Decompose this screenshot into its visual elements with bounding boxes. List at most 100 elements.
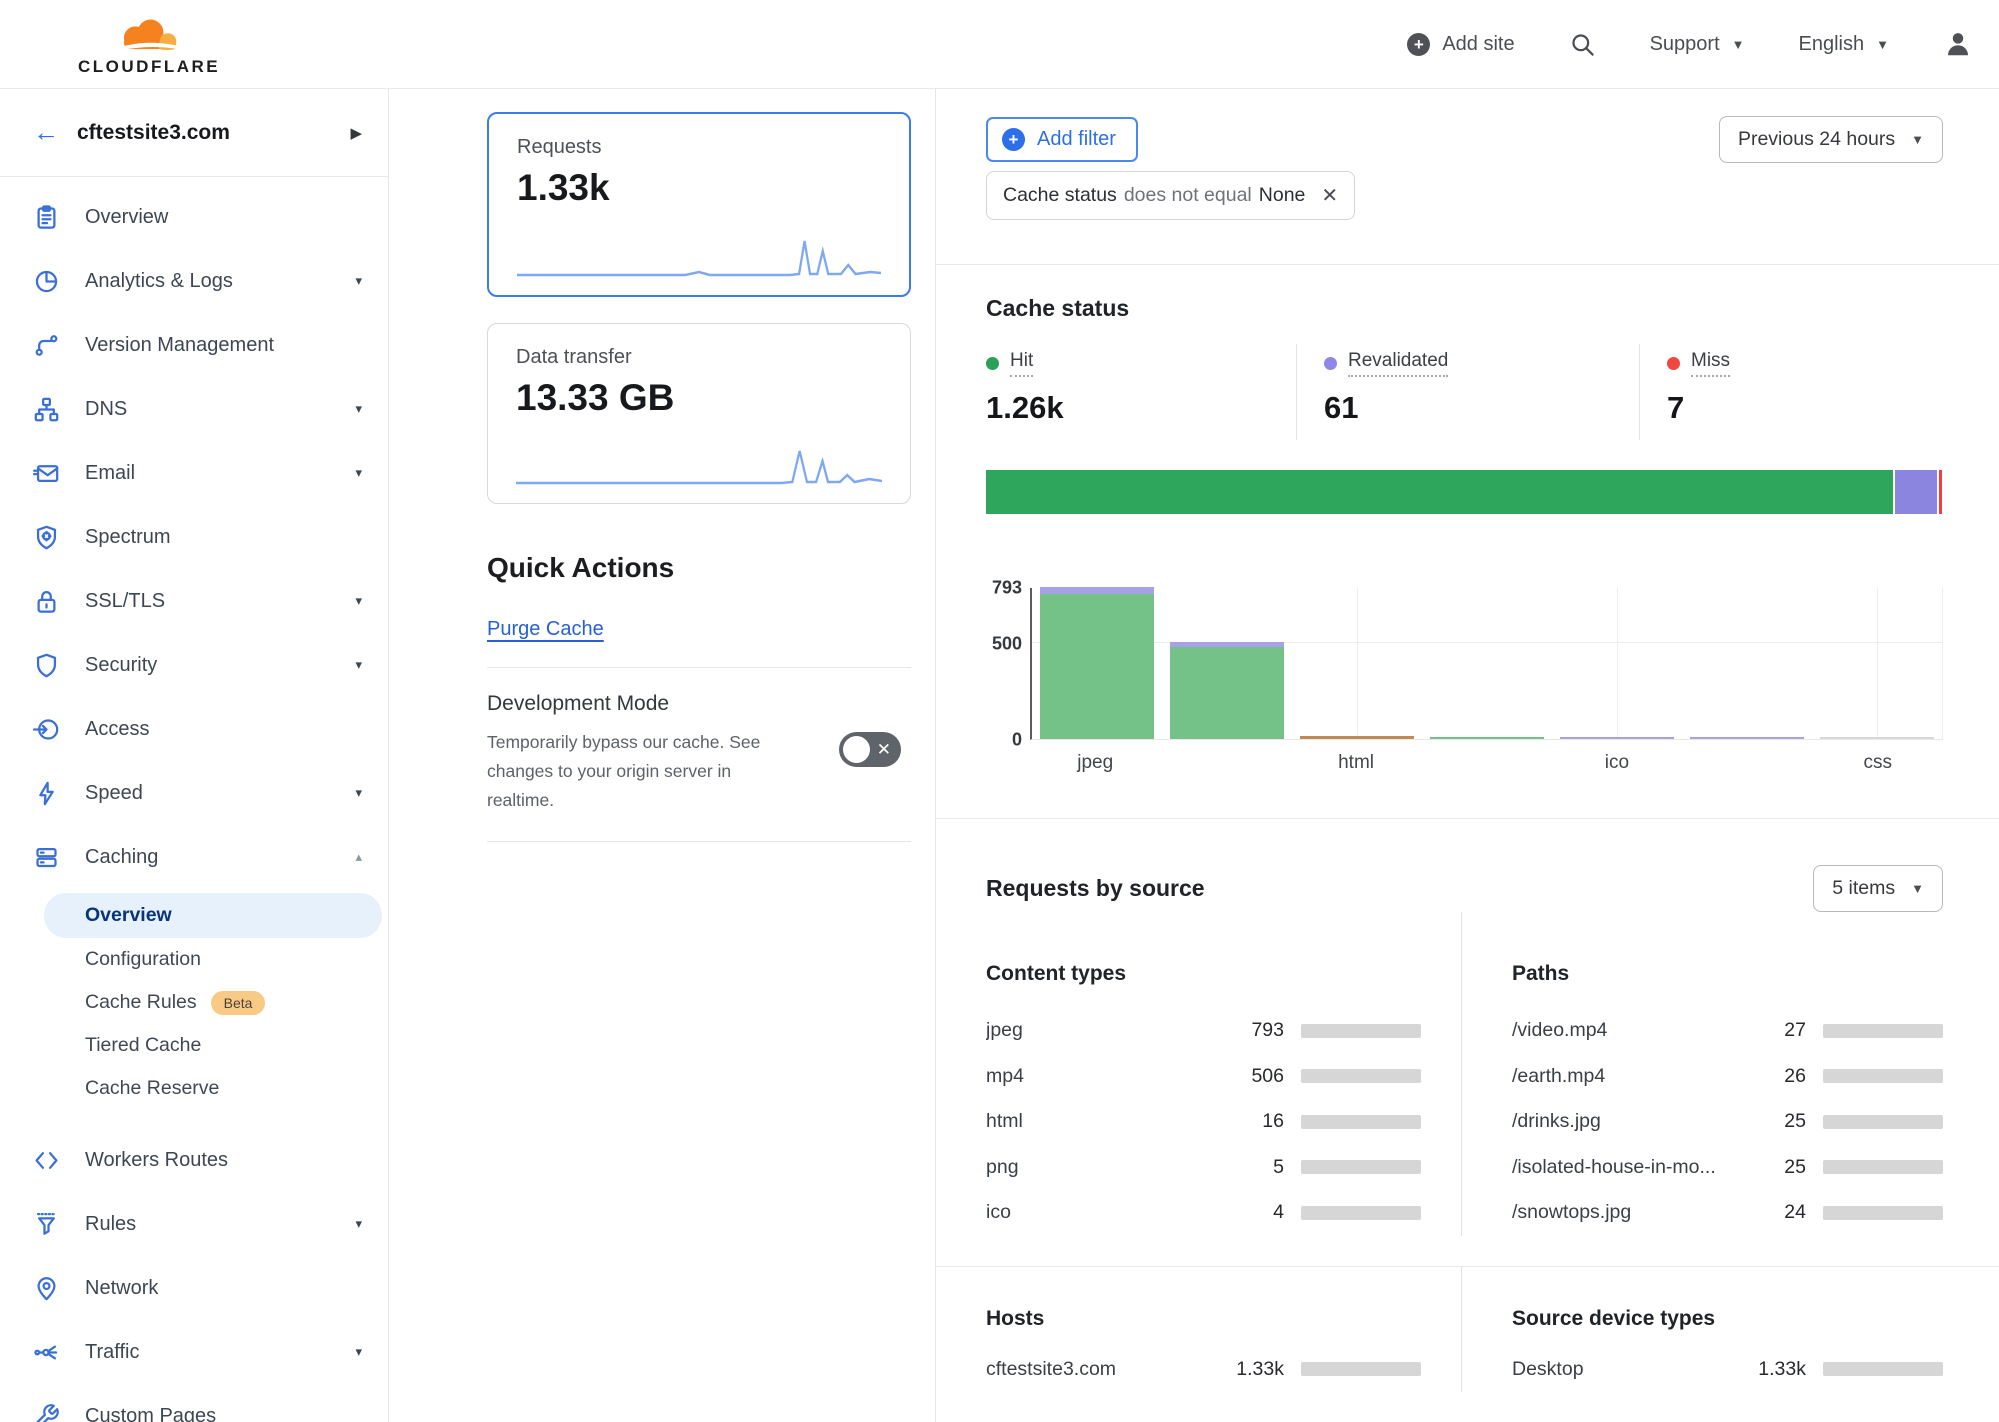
x-axis-label <box>1160 752 1290 774</box>
sidebar-item-access[interactable]: Access <box>0 697 388 761</box>
sidebar-subitem-configuration[interactable]: Configuration <box>44 938 382 981</box>
remove-filter-icon[interactable]: ✕ <box>1321 183 1338 208</box>
hierarchy-icon <box>33 396 60 423</box>
chart-bar[interactable] <box>1430 737 1544 739</box>
revalidated-label[interactable]: Revalidated <box>1348 350 1448 377</box>
add-filter-button[interactable]: + Add filter <box>986 117 1138 162</box>
content-type-row[interactable]: html 16 <box>986 1099 1421 1145</box>
chart-bar-segment <box>1560 737 1674 739</box>
chevron-down-icon: ▾ <box>355 1216 362 1232</box>
language-menu[interactable]: English ▼ <box>1799 33 1889 56</box>
chart-bar-segment <box>1300 736 1414 739</box>
sidebar-item-spectrum[interactable]: Spectrum <box>0 505 388 569</box>
plot-column: jpeghtmlicocss <box>1030 588 1943 774</box>
time-range-dropdown[interactable]: Previous 24 hours ▼ <box>1719 116 1943 163</box>
sidebar-item-workers-routes[interactable]: Workers Routes <box>0 1128 388 1192</box>
sidebar-item-speed[interactable]: Speed ▾ <box>0 761 388 825</box>
revalidated-segment[interactable] <box>1893 470 1937 514</box>
stat-hit: Hit 1.26k <box>986 344 1296 440</box>
requests-metric-card[interactable]: Requests 1.33k <box>487 112 911 297</box>
content-type-row[interactable]: jpeg 793 <box>986 1008 1421 1054</box>
path-row[interactable]: /drinks.jpg 25 <box>1512 1099 1943 1145</box>
filter-chip: Cache status does not equal None ✕ <box>986 171 1355 220</box>
path-row[interactable]: /earth.mp4 26 <box>1512 1054 1943 1100</box>
chart-bar[interactable] <box>1300 736 1414 739</box>
x-axis-label: ico <box>1552 752 1682 774</box>
hosts-column: Hosts cftestsite3.com 1.33k <box>986 1267 1461 1393</box>
hit-segment[interactable] <box>986 470 1893 514</box>
sidebar-item-overview[interactable]: Overview <box>0 185 388 249</box>
back-arrow-icon[interactable]: ← <box>33 117 59 148</box>
sidebar-subitem-caching-overview[interactable]: Overview <box>44 893 382 938</box>
content-types-title: Content types <box>986 962 1421 986</box>
development-mode-description: Temporarily bypass our cache. See change… <box>487 728 797 815</box>
purge-cache-link[interactable]: Purge Cache <box>487 618 604 641</box>
hosts-devices-columns: Hosts cftestsite3.com 1.33k Source devic… <box>986 1267 1943 1393</box>
sidebar-item-email[interactable]: Email ▾ <box>0 441 388 505</box>
code-brackets-icon <box>33 1147 60 1174</box>
cache-status-bar-chart: 793 500 0 jpeghtmlicocss <box>986 588 1943 774</box>
sidebar-item-custom-pages[interactable]: Custom Pages <box>0 1384 388 1422</box>
cloudflare-logo[interactable]: CLOUDFLARE <box>78 15 220 77</box>
miss-label[interactable]: Miss <box>1691 350 1730 377</box>
miss-segment[interactable] <box>1937 470 1942 514</box>
sidebar-item-traffic[interactable]: Traffic ▾ <box>0 1320 388 1384</box>
sidebar-subitem-cache-rules[interactable]: Cache Rules Beta <box>44 981 382 1024</box>
content-type-row[interactable]: png 5 <box>986 1145 1421 1191</box>
user-account-icon[interactable] <box>1943 29 1973 59</box>
location-pin-icon <box>33 1275 60 1302</box>
sidebar-item-rules[interactable]: Rules ▾ <box>0 1192 388 1256</box>
chevron-down-icon: ▾ <box>355 465 362 481</box>
chevron-down-icon: ▼ <box>1911 881 1924 896</box>
chevron-right-icon[interactable]: ▶ <box>350 124 362 142</box>
path-row[interactable]: /video.mp4 27 <box>1512 1008 1943 1054</box>
sidebar-subitem-tiered-cache[interactable]: Tiered Cache <box>44 1024 382 1067</box>
chart-bar[interactable] <box>1040 587 1154 739</box>
chart-bar[interactable] <box>1560 737 1674 739</box>
content-type-row[interactable]: mp4 506 <box>986 1054 1421 1100</box>
chart-bar-slot <box>1552 588 1682 739</box>
chevron-down-icon: ▾ <box>355 1344 362 1360</box>
paths-column: Paths /video.mp4 27 /earth.mp4 26 /drink… <box>1461 912 1943 1236</box>
content-frame: ← cftestsite3.com ▶ Overview Analytics &… <box>0 88 1999 1422</box>
progress-bar <box>1823 1115 1943 1129</box>
content-type-row[interactable]: ico 4 <box>986 1190 1421 1236</box>
site-header: ← cftestsite3.com ▶ <box>0 89 388 177</box>
y-axis: 793 500 0 <box>986 588 1030 774</box>
sidebar-subitem-cache-reserve[interactable]: Cache Reserve <box>44 1067 382 1110</box>
padlock-icon <box>33 588 60 615</box>
sidebar-item-ssl-tls[interactable]: SSL/TLS ▾ <box>0 569 388 633</box>
path-row[interactable]: /snowtops.jpg 24 <box>1512 1190 1943 1236</box>
add-site-button[interactable]: + Add site <box>1407 33 1514 56</box>
sidebar-item-analytics-logs[interactable]: Analytics & Logs ▾ <box>0 249 388 313</box>
cloudflare-wordmark: CLOUDFLARE <box>78 57 220 77</box>
chart-bar[interactable] <box>1170 642 1284 739</box>
quick-actions-title: Quick Actions <box>487 552 911 584</box>
shield-badge-icon <box>33 524 60 551</box>
hit-label[interactable]: Hit <box>1010 350 1033 377</box>
search-icon[interactable] <box>1569 31 1596 58</box>
analytics-panel: + Add filter Previous 24 hours ▼ Cache s… <box>935 89 1999 1422</box>
path-row[interactable]: /isolated-house-in-mo... 25 <box>1512 1145 1943 1191</box>
data-transfer-metric-card[interactable]: Data transfer 13.33 GB <box>487 323 911 504</box>
development-mode-toggle[interactable]: ✕ <box>839 732 901 767</box>
data-transfer-sparkline <box>516 445 882 489</box>
host-row[interactable]: cftestsite3.com 1.33k <box>986 1347 1421 1393</box>
chart-bar[interactable] <box>1820 737 1934 739</box>
chart-bar[interactable] <box>1690 737 1804 739</box>
filter-field: Cache status <box>1003 184 1117 207</box>
content-types-column: Content types jpeg 793 mp4 506 html 16 <box>986 912 1461 1236</box>
items-count-dropdown[interactable]: 5 items ▼ <box>1813 865 1943 912</box>
sidebar-item-network[interactable]: Network <box>0 1256 388 1320</box>
source-device-types-title: Source device types <box>1512 1307 1943 1331</box>
sidebar-item-caching[interactable]: Caching ▴ <box>0 825 388 889</box>
y-tick: 500 <box>992 634 1022 655</box>
requests-sparkline <box>517 237 881 281</box>
support-menu[interactable]: Support ▼ <box>1650 33 1745 56</box>
sidebar-item-version-management[interactable]: Version Management <box>0 313 388 377</box>
device-row[interactable]: Desktop 1.33k <box>1512 1347 1943 1393</box>
sidebar-item-security[interactable]: Security ▾ <box>0 633 388 697</box>
caching-submenu: Overview Configuration Cache Rules Beta … <box>0 893 388 1110</box>
sidebar-item-dns[interactable]: DNS ▾ <box>0 377 388 441</box>
toggle-knob <box>843 736 870 763</box>
